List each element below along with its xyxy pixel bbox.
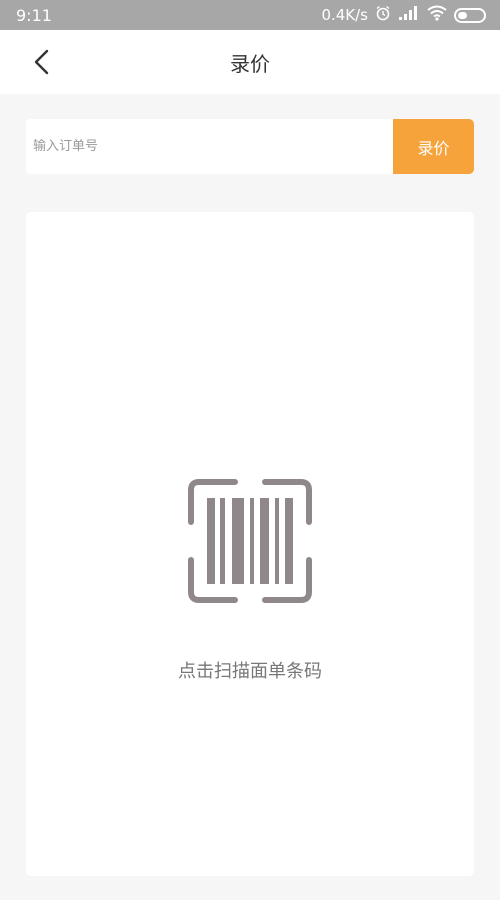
nav-bar: 录价 xyxy=(0,30,500,94)
scan-area[interactable]: 点击扫描面单条码 xyxy=(26,212,474,876)
barcode-scan-icon xyxy=(188,479,312,603)
order-number-input[interactable] xyxy=(26,119,393,174)
signal-icon xyxy=(398,5,420,25)
record-price-button[interactable]: 录价 xyxy=(393,119,474,174)
page-title: 录价 xyxy=(230,51,270,76)
network-speed: 0.4K/s xyxy=(321,6,368,24)
alarm-icon xyxy=(375,5,391,25)
chevron-left-icon xyxy=(34,49,49,75)
status-icons: 0.4K/s xyxy=(321,5,486,25)
battery-icon xyxy=(454,7,486,23)
order-entry-row: 录价 xyxy=(26,119,474,174)
status-bar: 9:11 0.4K/s xyxy=(0,0,500,30)
back-button[interactable] xyxy=(30,48,56,76)
scan-instruction-label: 点击扫描面单条码 xyxy=(178,661,322,682)
status-time: 9:11 xyxy=(16,5,52,25)
wifi-icon xyxy=(427,5,447,25)
